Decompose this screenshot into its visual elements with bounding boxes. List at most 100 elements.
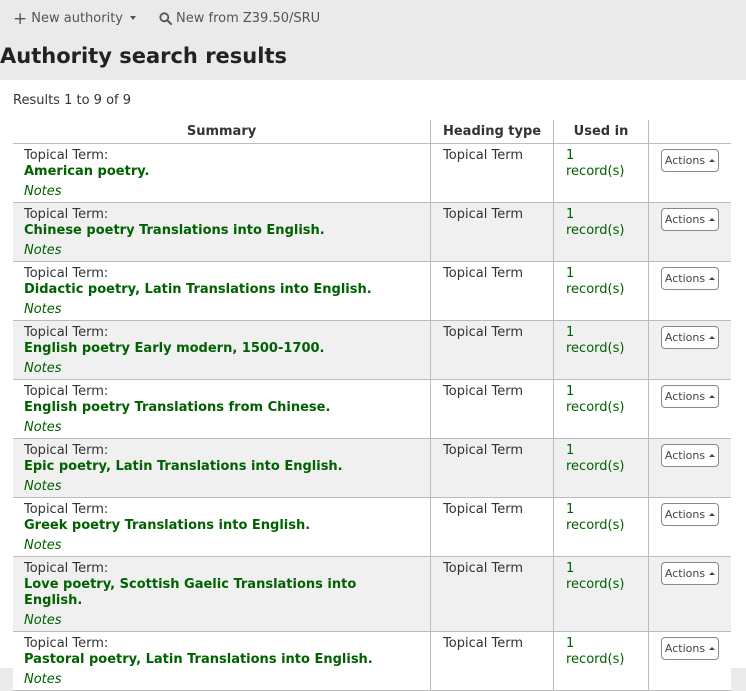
heading-type-cell: Topical Term: [430, 438, 554, 498]
actions-dropdown-button[interactable]: Actions: [661, 561, 719, 585]
caret-up-icon: [709, 158, 716, 162]
used-in-link[interactable]: 1 record(s): [566, 148, 624, 179]
used-in-cell: 1 record(s): [553, 556, 649, 632]
heading-type-cell: Topical Term: [430, 143, 554, 203]
actions-cell: Actions: [648, 556, 731, 632]
heading-type-value: Topical Term: [443, 635, 523, 651]
heading-type-cell: Topical Term: [430, 379, 554, 439]
summary-cell: Topical Term: American poetry. Notes: [13, 143, 431, 203]
actions-cell: Actions: [648, 631, 731, 691]
table-row: Topical Term: English poetry Early modern…: [13, 320, 731, 380]
summary-cell: Topical Term: Epic poetry, Latin Translat…: [13, 438, 431, 498]
actions-cell: Actions: [648, 202, 731, 262]
used-in-link[interactable]: 1 record(s): [566, 384, 624, 415]
new-authority-button[interactable]: + New authority: [13, 8, 136, 29]
column-header-used-in[interactable]: Used in: [553, 120, 649, 144]
table-header-row: Summary Heading type Used in: [13, 120, 731, 144]
notes-link[interactable]: Notes: [24, 670, 418, 690]
authority-heading-link[interactable]: Love poetry, Scottish Gaelic Translation…: [24, 577, 418, 609]
summary-cell: Topical Term: English poetry Translations…: [13, 379, 431, 439]
used-in-cell: 1 record(s): [553, 320, 649, 380]
heading-type-value: Topical Term: [443, 147, 523, 163]
actions-dropdown-button[interactable]: Actions: [661, 207, 719, 231]
heading-type-cell: Topical Term: [430, 202, 554, 262]
notes-link[interactable]: Notes: [24, 477, 418, 497]
authority-heading-link[interactable]: English poetry Early modern, 1500-1700.: [24, 341, 418, 357]
actions-dropdown-button[interactable]: Actions: [661, 266, 719, 290]
caret-up-icon: [709, 646, 716, 650]
term-type-label: Topical Term:: [24, 383, 109, 399]
table-row: Topical Term: Epic poetry, Latin Translat…: [13, 438, 731, 498]
heading-type-cell: Topical Term: [430, 261, 554, 321]
actions-cell: Actions: [648, 497, 731, 557]
heading-type-value: Topical Term: [443, 501, 523, 517]
actions-label: Actions: [664, 330, 706, 344]
notes-link[interactable]: Notes: [24, 611, 418, 631]
term-type-label: Topical Term:: [24, 147, 109, 163]
heading-type-cell: Topical Term: [430, 556, 554, 632]
results-table-body: Topical Term: American poetry. Notes Topica…: [13, 143, 731, 691]
actions-dropdown-button[interactable]: Actions: [661, 325, 719, 349]
authority-heading-link[interactable]: Pastoral poetry, Latin Translations into…: [24, 652, 418, 668]
used-in-cell: 1 record(s): [553, 497, 649, 557]
notes-link[interactable]: Notes: [24, 359, 418, 379]
new-authority-label: New authority: [31, 11, 123, 26]
authority-heading-link[interactable]: Didactic poetry, Latin Translations into…: [24, 282, 418, 298]
heading-type-value: Topical Term: [443, 206, 523, 222]
used-in-link[interactable]: 1 record(s): [566, 266, 624, 297]
term-type-label: Topical Term:: [24, 442, 109, 458]
actions-label: Actions: [664, 566, 706, 580]
actions-cell: Actions: [648, 320, 731, 380]
authority-heading-link[interactable]: Epic poetry, Latin Translations into Eng…: [24, 459, 418, 475]
summary-cell: Topical Term: Pastoral poetry, Latin Tran…: [13, 631, 431, 691]
page-title: Authority search results: [0, 44, 287, 68]
authority-heading-link[interactable]: Greek poetry Translations into English.: [24, 518, 418, 534]
table-row: Topical Term: English poetry Translations…: [13, 379, 731, 439]
actions-cell: Actions: [648, 379, 731, 439]
column-header-actions: [648, 120, 731, 144]
notes-link[interactable]: Notes: [24, 418, 418, 438]
actions-label: Actions: [664, 507, 706, 521]
authority-heading-link[interactable]: English poetry Translations from Chinese…: [24, 400, 418, 416]
table-row: Topical Term: Greek poetry Translations i…: [13, 497, 731, 557]
column-header-summary[interactable]: Summary: [13, 120, 431, 144]
column-header-heading-type[interactable]: Heading type: [430, 120, 554, 144]
actions-dropdown-button[interactable]: Actions: [661, 384, 719, 408]
heading-type-cell: Topical Term: [430, 631, 554, 691]
notes-link[interactable]: Notes: [24, 536, 418, 556]
used-in-link[interactable]: 1 record(s): [566, 325, 624, 356]
table-row: Topical Term: American poetry. Notes Topica…: [13, 143, 731, 203]
summary-cell: Topical Term: Chinese poetry Translations…: [13, 202, 431, 262]
actions-dropdown-button[interactable]: Actions: [661, 148, 719, 172]
used-in-link[interactable]: 1 record(s): [566, 207, 624, 238]
actions-dropdown-button[interactable]: Actions: [661, 636, 719, 660]
caret-up-icon: [709, 394, 716, 398]
summary-cell: Topical Term: Love poetry, Scottish Gaeli…: [13, 556, 431, 632]
used-in-link[interactable]: 1 record(s): [566, 443, 624, 474]
notes-link[interactable]: Notes: [24, 182, 418, 202]
results-panel: Results 1 to 9 of 9 Summary Heading type…: [0, 80, 746, 691]
actions-label: Actions: [664, 448, 706, 462]
actions-cell: Actions: [648, 438, 731, 498]
actions-dropdown-button[interactable]: Actions: [661, 502, 719, 526]
caret-up-icon: [709, 571, 716, 575]
table-row: Topical Term: Didactic poetry, Latin Tran…: [13, 261, 731, 321]
used-in-cell: 1 record(s): [553, 143, 649, 203]
results-count: Results 1 to 9 of 9: [13, 93, 131, 108]
plus-icon: +: [13, 8, 28, 29]
notes-link[interactable]: Notes: [24, 241, 418, 261]
table-row: Topical Term: Pastoral poetry, Latin Tran…: [13, 631, 731, 691]
authority-heading-link[interactable]: Chinese poetry Translations into English…: [24, 223, 418, 239]
used-in-link[interactable]: 1 record(s): [566, 636, 624, 667]
table-row: Topical Term: Love poetry, Scottish Gaeli…: [13, 556, 731, 632]
actions-dropdown-button[interactable]: Actions: [661, 443, 719, 467]
authority-heading-link[interactable]: American poetry.: [24, 164, 418, 180]
used-in-cell: 1 record(s): [553, 261, 649, 321]
chevron-down-icon: [129, 15, 136, 20]
caret-up-icon: [709, 453, 716, 457]
new-from-z3950-button[interactable]: New from Z39.50/SRU: [159, 11, 320, 26]
used-in-link[interactable]: 1 record(s): [566, 561, 624, 592]
used-in-cell: 1 record(s): [553, 631, 649, 691]
used-in-link[interactable]: 1 record(s): [566, 502, 624, 533]
notes-link[interactable]: Notes: [24, 300, 418, 320]
